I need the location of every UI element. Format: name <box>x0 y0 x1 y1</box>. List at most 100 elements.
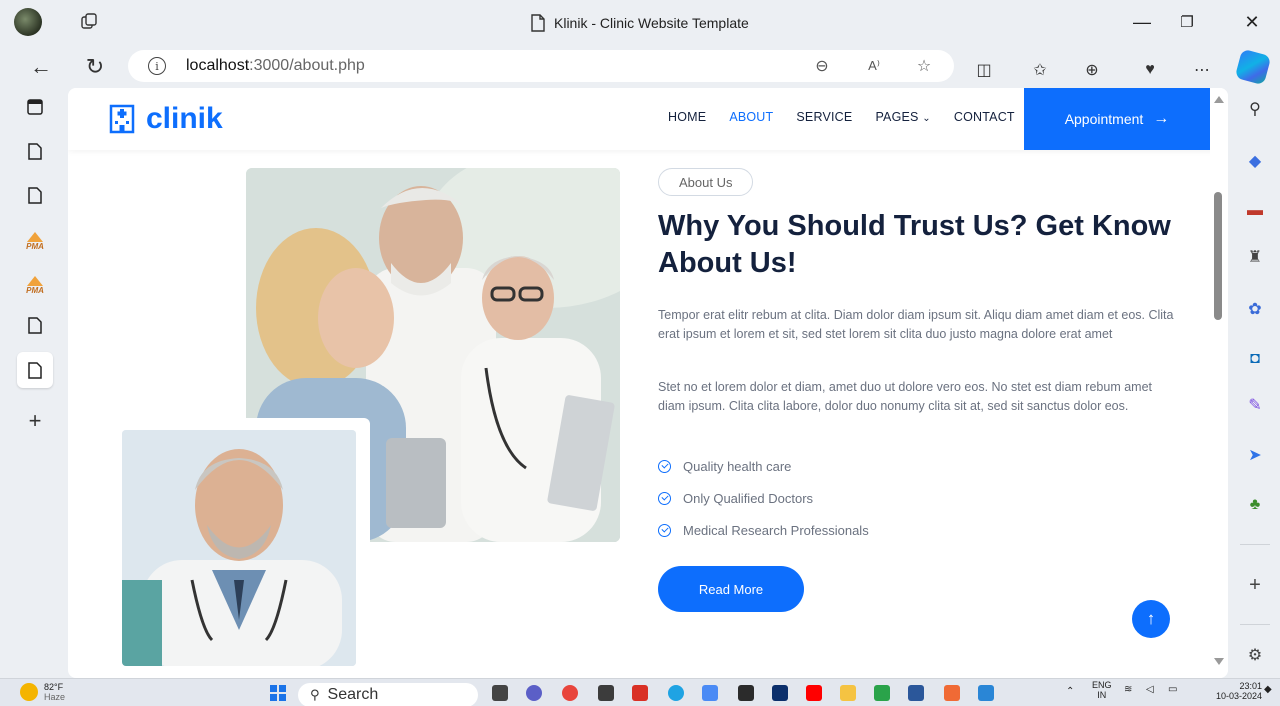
browser-toolbar: ← ↻ i localhost:3000/about.php ⊖ A⁾ ☆ ◫ … <box>0 46 1280 88</box>
nav-service[interactable]: SERVICE <box>796 110 852 124</box>
about-paragraph-1: Tempor erat elitr rebum at clita. Diam d… <box>658 308 1174 341</box>
battery-icon[interactable]: ▭ <box>1168 684 1177 695</box>
arrow-up-icon: ↑ <box>1146 609 1156 628</box>
tab-actions-icon[interactable] <box>80 12 98 30</box>
settings-gear-icon[interactable]: ⚙ <box>1244 644 1266 666</box>
nav-about[interactable]: ABOUT <box>729 110 773 124</box>
refresh-icon[interactable]: ↻ <box>82 54 108 80</box>
site-logo[interactable]: clinik <box>108 102 223 136</box>
tools-icon[interactable]: ▬ <box>1244 200 1266 222</box>
address-bar[interactable]: i localhost:3000/about.php ⊖ A⁾ ☆ <box>128 50 954 82</box>
appointment-button[interactable]: Appointment → <box>1024 88 1210 150</box>
tree-icon[interactable]: ♣ <box>1244 494 1266 516</box>
app-icon[interactable] <box>598 685 614 701</box>
taskbar-search-label: Search <box>327 686 379 703</box>
tab-page-icon-active[interactable] <box>17 352 53 388</box>
add-icon[interactable]: + <box>1244 574 1266 596</box>
close-button[interactable]: ✕ <box>1240 10 1264 34</box>
app-icon[interactable] <box>874 685 890 701</box>
feature-item: Quality health care <box>658 456 791 476</box>
terminal-icon[interactable] <box>738 685 754 701</box>
volume-icon[interactable]: ◁ <box>1146 684 1154 695</box>
system-clock[interactable]: 23:01 10-03-2024 <box>1216 681 1262 701</box>
tab-panel-icon[interactable] <box>20 92 50 122</box>
weather-condition: Haze <box>44 692 66 702</box>
browser-essentials-icon[interactable]: ♥ <box>1140 60 1160 80</box>
url-path: :3000/about.php <box>249 57 365 74</box>
profile-avatar[interactable] <box>14 8 42 36</box>
sidebar-divider <box>1240 624 1270 625</box>
logo-text: clinik <box>146 102 223 135</box>
tab-page-icon[interactable] <box>20 180 50 210</box>
minimize-button[interactable]: — <box>1130 10 1154 34</box>
site-header: clinik HOME ABOUT SERVICE PAGES ⌄ CONTAC… <box>68 88 1228 150</box>
page-icon <box>531 14 545 32</box>
weather-widget[interactable]: 82°F Haze <box>20 682 65 702</box>
edge-icon[interactable] <box>668 685 684 701</box>
read-more-button[interactable]: Read More <box>658 566 804 612</box>
favorite-star-icon[interactable]: ☆ <box>914 56 934 76</box>
scrollbar-thumb[interactable] <box>1214 192 1222 320</box>
section-tag: About Us <box>658 168 754 196</box>
chevron-up-icon[interactable]: ⌃ <box>1066 686 1074 697</box>
split-screen-icon[interactable]: ◫ <box>974 60 994 80</box>
scroll-down-arrow-icon[interactable] <box>1214 658 1224 665</box>
games-icon[interactable]: ♜ <box>1244 246 1266 268</box>
nav-home[interactable]: HOME <box>668 110 706 124</box>
window-title-text: Klinik - Clinic Website Template <box>554 15 749 31</box>
site-info-icon[interactable]: i <box>148 57 166 75</box>
language-indicator[interactable]: ENG IN <box>1092 680 1112 700</box>
about-paragraph-2: Stet no et lorem dolor et diam, amet duo… <box>658 380 1152 413</box>
taskbar-search[interactable]: ⚲ Search <box>298 683 478 706</box>
back-to-top-button[interactable]: ↑ <box>1132 600 1170 638</box>
notepad-icon[interactable] <box>702 685 718 701</box>
vertical-tab-strip: PMA PMA + <box>0 88 68 678</box>
tab-page-icon[interactable] <box>20 136 50 166</box>
word-icon[interactable] <box>908 685 924 701</box>
youtube-icon[interactable] <box>806 685 822 701</box>
file-explorer-icon[interactable] <box>840 685 856 701</box>
windows-start-icon[interactable] <box>270 685 286 701</box>
url-host: localhost <box>186 57 250 74</box>
tab-page-icon[interactable] <box>20 310 50 340</box>
favorites-icon[interactable]: ✩ <box>1030 60 1050 80</box>
xampp-icon[interactable] <box>944 685 960 701</box>
zoom-icon[interactable]: ⊖ <box>812 56 832 76</box>
more-menu-icon[interactable]: ⋯ <box>1192 60 1212 80</box>
send-icon[interactable]: ➤ <box>1244 444 1266 466</box>
designer-icon[interactable]: ✎ <box>1244 394 1266 416</box>
shopping-tag-icon[interactable]: ◆ <box>1244 150 1266 172</box>
outlook-icon[interactable]: ◘ <box>1244 348 1266 370</box>
tab-phpmyadmin-icon[interactable]: PMA <box>20 226 50 256</box>
microsoft-365-icon[interactable]: ✿ <box>1244 298 1266 320</box>
window-title: Klinik - Clinic Website Template <box>530 12 749 34</box>
new-tab-icon[interactable]: + <box>20 406 50 436</box>
page-scrollbar[interactable] <box>1210 88 1228 678</box>
teams-icon[interactable] <box>526 685 542 701</box>
chrome-icon[interactable] <box>562 685 578 701</box>
restore-button[interactable]: ❐ <box>1175 10 1199 34</box>
nav-pages[interactable]: PAGES ⌄ <box>875 110 930 124</box>
gmail-icon[interactable] <box>632 685 648 701</box>
url-text[interactable]: localhost:3000/about.php <box>186 57 365 75</box>
vscode-icon[interactable] <box>978 685 994 701</box>
feature-item: Only Qualified Doctors <box>658 488 813 508</box>
wifi-icon[interactable]: ≋ <box>1124 684 1132 695</box>
browser-title-bar: Klinik - Clinic Website Template — ❐ ✕ <box>0 0 1280 46</box>
nav-pages-label: PAGES <box>875 110 919 124</box>
read-aloud-icon[interactable]: A⁾ <box>864 56 884 76</box>
photoshop-icon[interactable] <box>772 685 788 701</box>
tab-phpmyadmin-icon[interactable]: PMA <box>20 270 50 300</box>
collections-icon[interactable]: ⊕ <box>1082 60 1102 80</box>
back-icon[interactable]: ← <box>28 54 54 80</box>
smiling-doctor-photo <box>122 430 356 666</box>
check-circle-icon <box>658 523 671 537</box>
check-circle-icon <box>658 491 671 505</box>
task-view-icon[interactable] <box>492 685 508 701</box>
scroll-up-arrow-icon[interactable] <box>1214 96 1224 103</box>
search-icon[interactable]: ⚲ <box>1244 98 1266 120</box>
nav-contact[interactable]: CONTACT <box>954 110 1015 124</box>
check-circle-icon <box>658 459 671 473</box>
notification-bell-icon[interactable]: ◆ <box>1264 684 1272 695</box>
feature-label: Medical Research Professionals <box>683 522 869 538</box>
